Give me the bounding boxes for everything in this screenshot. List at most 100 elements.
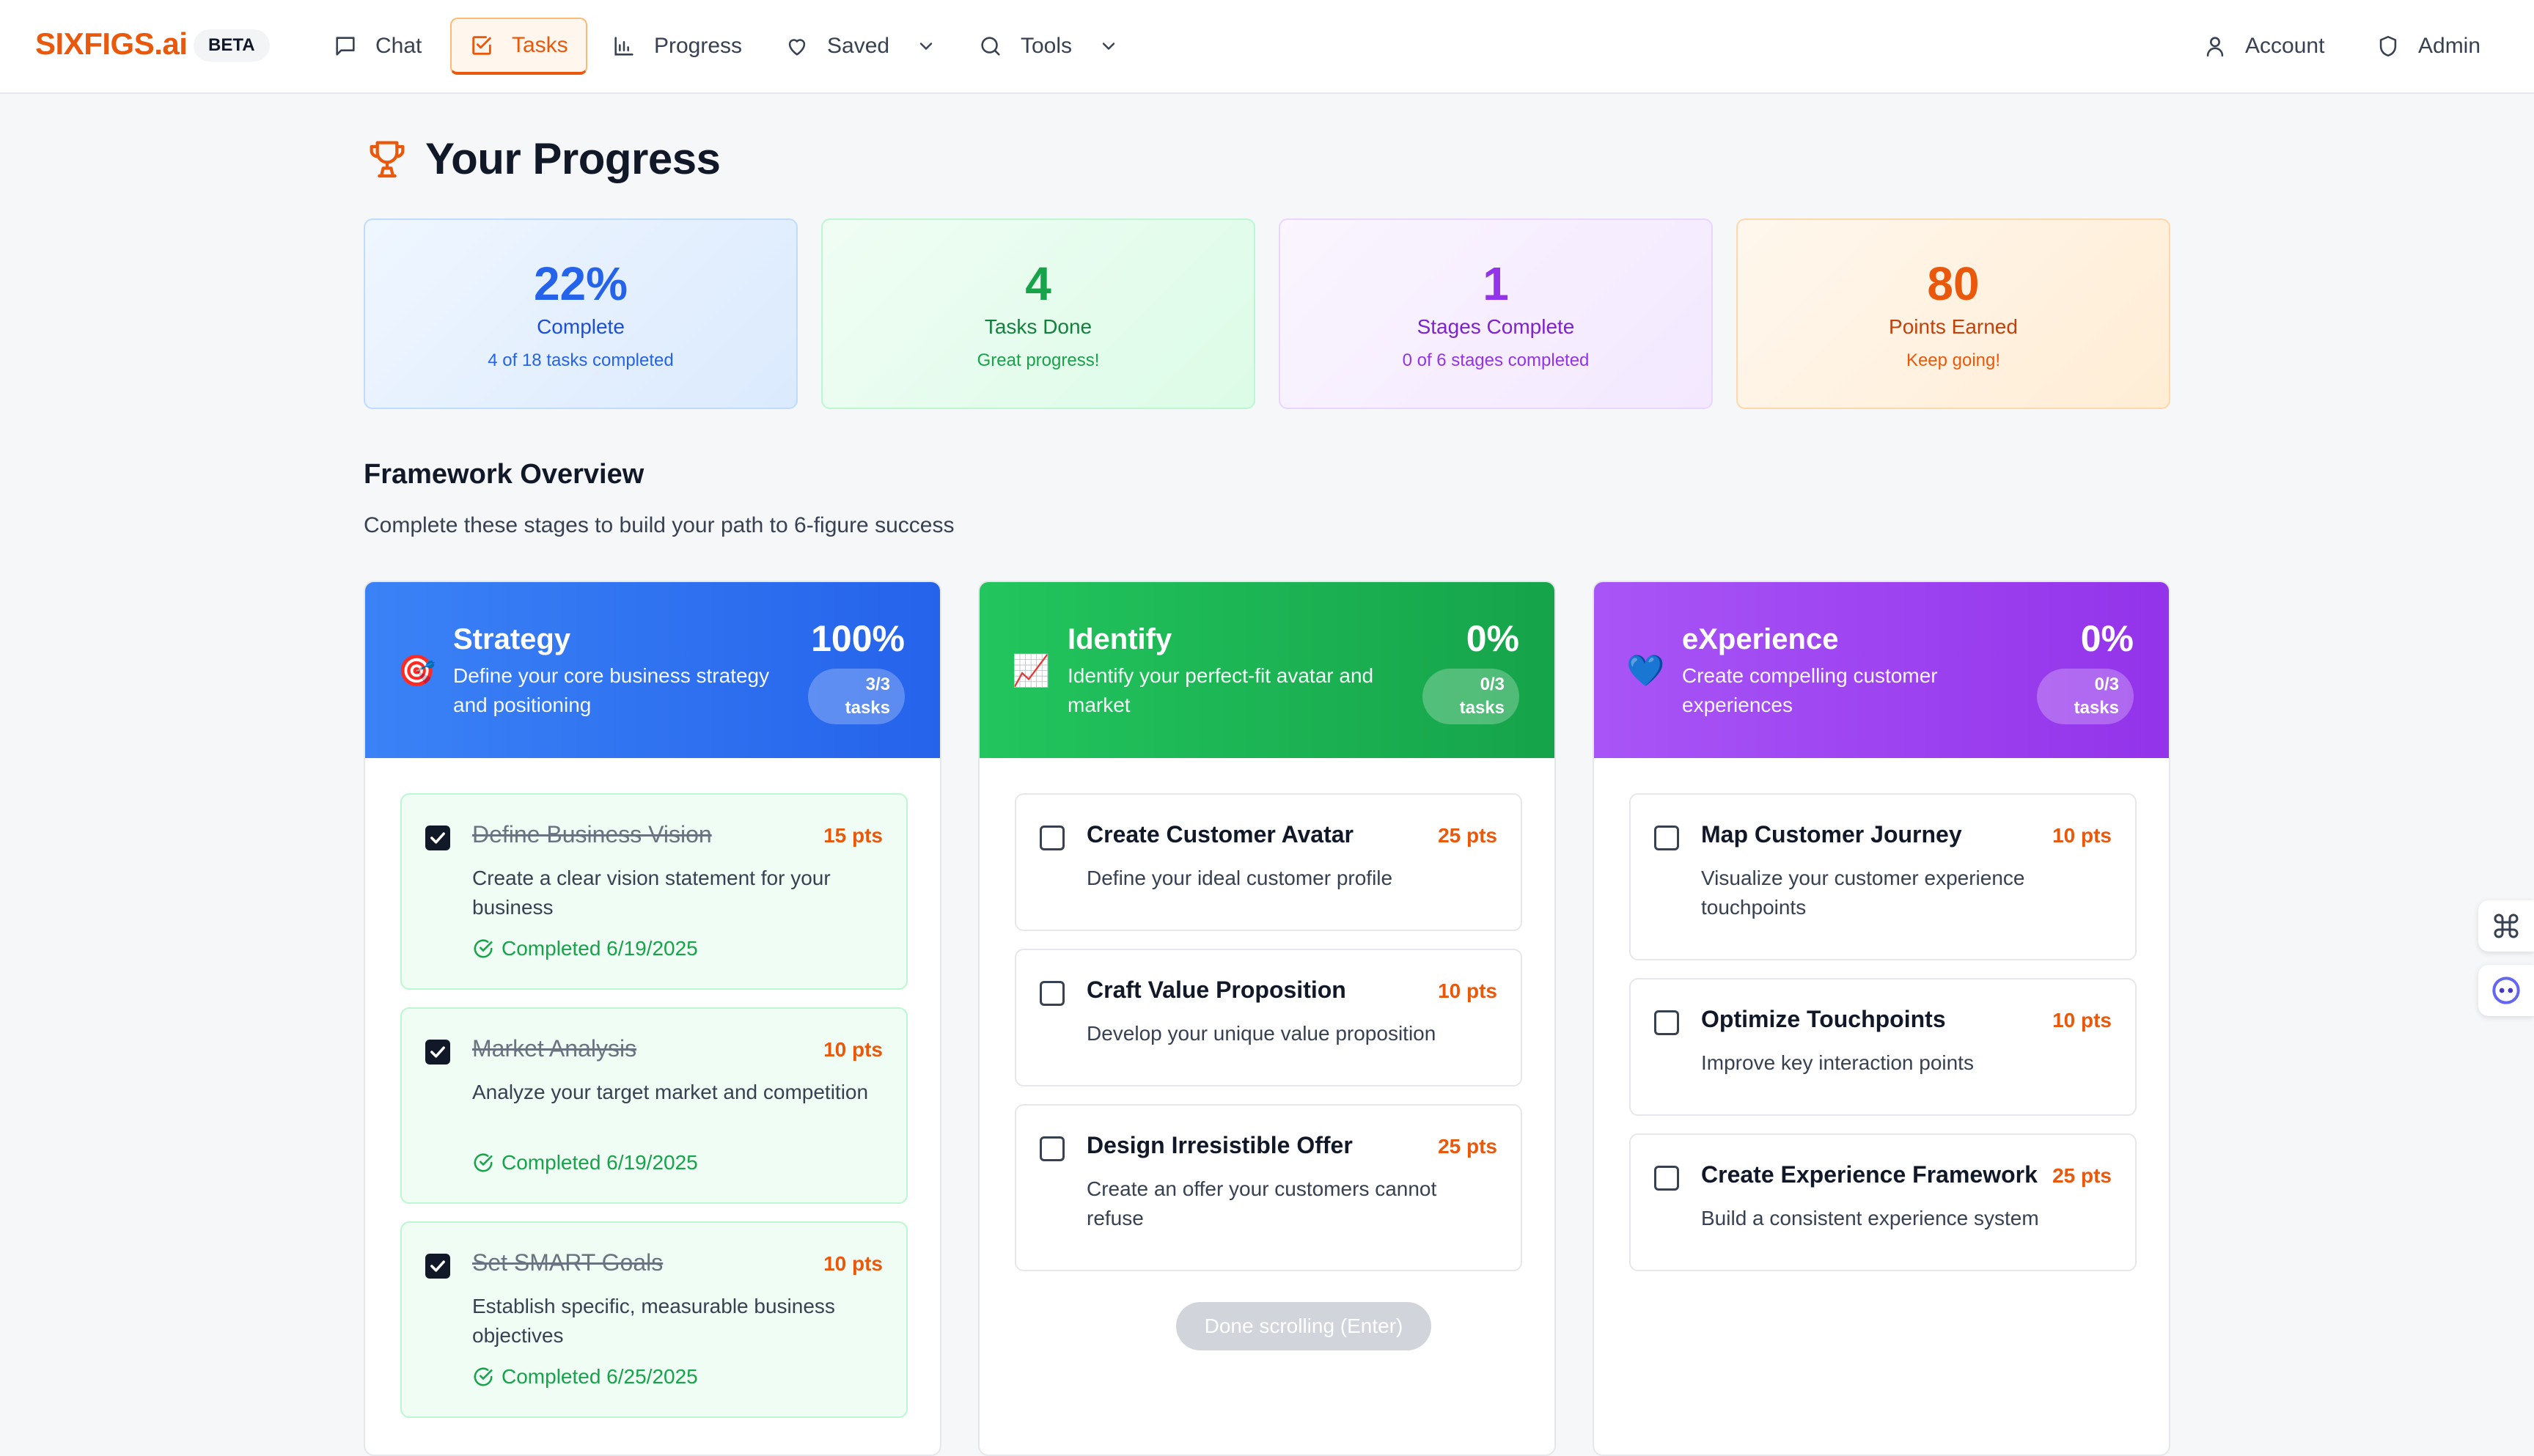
- stage-header: 📈 Identify Identify your perfect-fit ava…: [980, 582, 1554, 758]
- task-points: 10 pts: [823, 1038, 883, 1061]
- stat-value: 80: [1927, 257, 1980, 310]
- heart-icon: [788, 39, 806, 56]
- top-navbar: SIXFIGS.ai BETA Chat Tasks Progress Save…: [0, 0, 2534, 94]
- stage-count: 0/3: [1480, 674, 1505, 694]
- assistant-button[interactable]: [2478, 965, 2534, 1016]
- nav-tasks-label: Tasks: [512, 33, 568, 57]
- message-square-icon: [336, 37, 355, 56]
- task-completed: Completed 6/25/2025: [472, 1365, 698, 1389]
- task-checkbox[interactable]: [1040, 826, 1065, 850]
- task-card[interactable]: Design Irresistible Offer 25 pts Create …: [1015, 1104, 1522, 1271]
- task-card[interactable]: Craft Value Proposition 10 pts Develop y…: [1015, 949, 1522, 1087]
- nav-saved-label: Saved: [827, 34, 890, 58]
- task-description: Create an offer your customers cannot re…: [1087, 1177, 1437, 1229]
- nav-admin[interactable]: Admin: [2358, 18, 2498, 75]
- stage-percent: 0%: [2080, 618, 2134, 659]
- task-description: Improve key interaction points: [1701, 1051, 1974, 1074]
- stat-label: Complete: [537, 315, 625, 338]
- stage-count-unit: tasks: [845, 698, 890, 718]
- stage-count-unit: tasks: [1459, 698, 1505, 718]
- task-completed-date: Completed 6/25/2025: [502, 1365, 698, 1388]
- task-card[interactable]: Map Customer Journey 10 pts Visualize yo…: [1629, 793, 2137, 960]
- stat-label: Points Earned: [1889, 315, 2018, 338]
- task-title: Define Business Vision: [472, 821, 712, 848]
- stage-card-strategy: 🎯 Strategy Define your core business str…: [364, 581, 941, 1456]
- task-checkbox[interactable]: [1040, 1136, 1065, 1161]
- task-card[interactable]: Define Business Vision 15 pts Create a c…: [400, 793, 908, 990]
- nav-account[interactable]: Account: [2185, 18, 2342, 75]
- search-icon: [981, 37, 1000, 56]
- check-icon: [430, 832, 445, 844]
- task-completed: Completed 6/19/2025: [472, 1151, 698, 1174]
- stage-header: 🎯 Strategy Define your core business str…: [365, 582, 940, 758]
- task-description: Develop your unique value proposition: [1087, 1022, 1436, 1045]
- task-title: Design Irresistible Offer: [1087, 1132, 1353, 1158]
- stage-task-count: 0/3 tasks: [2037, 669, 2134, 724]
- blue-heart-icon: 💙: [1626, 653, 1665, 688]
- task-title: Create Customer Avatar: [1087, 821, 1354, 848]
- task-description: Analyze your target market and competiti…: [472, 1081, 869, 1103]
- nav-chat[interactable]: Chat: [315, 18, 439, 75]
- stage-name: Strategy: [453, 623, 571, 655]
- stage-description: Define your core business strategy and p…: [453, 664, 770, 716]
- task-checkbox[interactable]: [1654, 1010, 1679, 1035]
- nav-progress-label: Progress: [654, 34, 743, 58]
- task-description: Define your ideal customer profile: [1087, 867, 1393, 889]
- task-points: 10 pts: [2052, 1009, 2112, 1032]
- task-points: 25 pts: [1438, 1135, 1497, 1158]
- task-card[interactable]: Create Experience Framework 25 pts Build…: [1629, 1133, 2137, 1271]
- task-card[interactable]: Optimize Touchpoints 10 pts Improve key …: [1629, 978, 2137, 1116]
- stat-sub: Keep going!: [1906, 350, 2001, 370]
- task-title: Create Experience Framework: [1701, 1161, 2038, 1188]
- brand-logo[interactable]: SIXFIGS.ai: [35, 26, 188, 62]
- task-card[interactable]: Set SMART Goals 10 pts Establish specifi…: [400, 1221, 908, 1418]
- check-circle-icon: [474, 1367, 493, 1386]
- stat-sub: Great progress!: [977, 350, 1100, 370]
- task-title: Optimize Touchpoints: [1701, 1006, 1946, 1032]
- task-card[interactable]: Market Analysis 10 pts Analyze your targ…: [400, 1007, 908, 1204]
- task-description: Build a consistent experience system: [1701, 1207, 2039, 1229]
- check-icon: [430, 1260, 445, 1272]
- nav-chat-label: Chat: [375, 34, 422, 58]
- task-title: Set SMART Goals: [472, 1249, 664, 1276]
- task-completed-date: Completed 6/19/2025: [502, 937, 698, 960]
- done-scrolling-button[interactable]: Done scrolling (Enter): [1176, 1302, 1431, 1350]
- framework-title: Framework Overview: [364, 459, 644, 490]
- task-checkbox[interactable]: [1654, 1166, 1679, 1191]
- task-points: 10 pts: [823, 1252, 883, 1275]
- task-checkbox[interactable]: [425, 1254, 450, 1279]
- chart-increasing-icon: 📈: [1012, 653, 1051, 688]
- nav-progress[interactable]: Progress: [594, 18, 760, 75]
- stat-value: 4: [1025, 257, 1051, 310]
- stat-card-complete: 22% Complete 4 of 18 tasks completed: [364, 218, 798, 409]
- stage-task-count: 3/3 tasks: [808, 669, 905, 724]
- task-checkbox[interactable]: [425, 826, 450, 850]
- nav-saved[interactable]: Saved: [767, 18, 954, 75]
- user-icon: [2206, 37, 2224, 57]
- task-checkbox[interactable]: [425, 1040, 450, 1065]
- shield-icon: [2379, 35, 2397, 57]
- stage-count: 0/3: [2094, 674, 2119, 694]
- stage-name: Identify: [1068, 623, 1172, 655]
- stage-description: Create compelling customer experiences: [1682, 664, 1938, 716]
- stage-percent: 0%: [1466, 618, 1519, 659]
- stage-card-experience: 💙 eXperience Create compelling customer …: [1593, 581, 2170, 1456]
- task-title: Map Customer Journey: [1701, 821, 1962, 848]
- task-description: Visualize your customer experience touch…: [1701, 867, 2025, 919]
- assistant-face-icon: [2492, 977, 2520, 1004]
- command-button[interactable]: [2478, 900, 2534, 952]
- target-icon: 🎯: [397, 653, 436, 688]
- task-card[interactable]: Create Customer Avatar 25 pts Define you…: [1015, 793, 1522, 931]
- nav-tools[interactable]: Tools: [961, 18, 1136, 75]
- nav-tasks[interactable]: Tasks: [450, 18, 587, 75]
- stat-sub: 0 of 6 stages completed: [1402, 350, 1590, 370]
- trophy-icon: [370, 141, 405, 178]
- task-checkbox[interactable]: [1040, 981, 1065, 1006]
- stat-card-tasks-done: 4 Tasks Done Great progress!: [821, 218, 1255, 409]
- task-description: Establish specific, measurable business …: [472, 1295, 835, 1347]
- stat-value: 22%: [533, 257, 628, 310]
- task-checkbox[interactable]: [1654, 826, 1679, 850]
- stat-label: Stages Complete: [1417, 315, 1575, 338]
- stat-card-points: 80 Points Earned Keep going!: [1736, 218, 2170, 409]
- stage-name: eXperience: [1682, 623, 1839, 655]
